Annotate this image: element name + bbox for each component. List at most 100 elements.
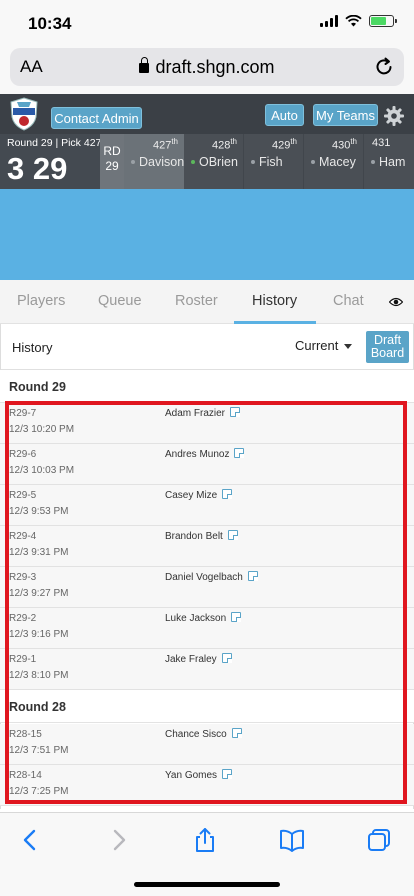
pick-team-name: Davison [131,155,184,169]
note-icon [231,612,242,623]
tab-history[interactable]: History [252,293,297,309]
player-name[interactable]: Andres Munoz [165,448,245,460]
url-display[interactable]: draft.shgn.com [10,57,404,78]
tab-roster[interactable]: Roster [175,293,218,309]
pick-time: 12/3 9:31 PM [9,547,69,558]
league-logo-icon[interactable] [8,97,40,131]
pick-time: 12/3 9:27 PM [9,588,69,599]
contact-admin-button[interactable]: Contact Admin [51,107,142,129]
pick-team-name: Macey [311,155,356,169]
eye-icon[interactable] [389,297,403,307]
back-icon[interactable] [18,827,44,853]
note-icon [222,769,233,780]
player-name[interactable]: Adam Frazier [165,407,241,419]
status-bar: 10:34 [0,0,414,46]
pick-time: 12/3 7:51 PM [9,745,69,756]
history-row[interactable]: R29-1 12/3 8:10 PM Jake Fraley [0,649,414,690]
pick-number: 427th [152,137,178,152]
history-row[interactable]: R28-15 12/3 7:51 PM Chance Sisco [0,724,414,765]
round-indicator: RD 29 [100,134,124,189]
tab-chat[interactable]: Chat [333,293,364,309]
auto-button[interactable]: Auto [265,104,304,126]
draft-board-button[interactable]: Draft Board [366,331,409,363]
pick-id: R29-5 [9,490,37,501]
pick-cell-current[interactable]: 427th Davison [124,134,184,189]
tab-queue[interactable]: Queue [98,293,142,309]
forward-icon[interactable] [105,827,131,853]
player-name[interactable]: Daniel Vogelbach [165,571,258,583]
pick-id: R29-4 [9,531,37,542]
tab-bar: Players Queue Roster History Chat [0,280,414,324]
pick-team-name: Ham [371,155,405,169]
tab-players[interactable]: Players [17,293,65,309]
online-dot-icon [191,159,195,164]
lock-icon [139,57,150,73]
bookmarks-icon[interactable] [279,827,305,853]
address-bar[interactable]: AA draft.shgn.com [10,48,404,86]
reload-icon[interactable] [372,55,396,79]
pick-number: 431 [372,137,391,149]
note-icon [221,653,232,664]
draft-order-strip: Round 29 | Pick 427 3 29 RD 29 427th Dav… [0,134,414,189]
status-time: 10:34 [28,14,72,33]
history-row[interactable]: R29-7 12/3 10:20 PM Adam Frazier [0,403,414,444]
note-icon [234,448,245,459]
history-row[interactable]: R29-4 12/3 9:31 PM Brandon Belt [0,526,414,567]
pick-time: 12/3 9:16 PM [9,629,69,640]
status-dot-icon [311,159,315,164]
player-name[interactable]: Brandon Belt [165,530,238,542]
note-icon [222,489,233,500]
player-name[interactable]: Luke Jackson [165,612,242,624]
pick-id: R29-7 [9,408,37,419]
history-row[interactable]: R29-3 12/3 9:27 PM Daniel Vogelbach [0,567,414,608]
history-header: History Current Draft Board [1,324,414,370]
pick-id: R28-14 [9,770,42,781]
note-icon [231,728,242,739]
gear-icon[interactable] [384,106,404,126]
pick-time: 12/3 9:53 PM [9,506,69,517]
pick-id: R29-6 [9,449,37,460]
current-pick-panel: Round 29 | Pick 427 3 29 [0,134,102,189]
pick-cell[interactable]: 430th Macey [304,134,364,189]
history-row[interactable]: R29-2 12/3 9:16 PM Luke Jackson [0,608,414,649]
status-dot-icon [131,159,135,164]
current-pick-label: Round 29 | Pick 427 [7,137,102,149]
battery-icon [369,15,397,27]
home-indicator [134,882,280,887]
pick-id: R29-3 [9,572,37,583]
round-header: Round 28 [0,690,414,723]
pick-id: R29-1 [9,654,37,665]
history-row[interactable]: R29-5 12/3 9:53 PM Casey Mize [0,485,414,526]
pick-time: 12/3 10:03 PM [9,465,75,476]
history-row[interactable]: R29-6 12/3 10:03 PM Andres Munoz [0,444,414,485]
url-text: draft.shgn.com [155,57,275,77]
pick-cell[interactable]: 431 Ham [364,134,414,189]
note-icon [230,407,241,418]
player-name[interactable]: Yan Gomes [165,769,233,781]
player-name[interactable]: Casey Mize [165,489,233,501]
pick-clock: 3 29 [7,151,68,186]
pick-time: 12/3 8:10 PM [9,670,69,681]
pick-id: R28-15 [9,729,42,740]
pick-time: 12/3 10:20 PM [9,424,75,435]
round-filter-select[interactable]: Current [295,338,353,353]
pick-cell[interactable]: 428th OBrien [184,134,244,189]
note-icon [247,571,258,582]
pick-cell[interactable]: 429th Fish [244,134,304,189]
pick-team-name: Fish [251,155,283,169]
note-icon [227,530,238,541]
pick-id: R29-2 [9,613,37,624]
history-row[interactable]: R28-14 12/3 7:25 PM Yan Gomes [0,765,414,806]
status-dot-icon [251,159,255,164]
status-dot-icon [371,159,375,164]
tabs-icon[interactable] [366,827,392,853]
share-icon[interactable] [192,827,218,853]
player-name[interactable]: Jake Fraley [165,653,232,665]
my-teams-button[interactable]: My Teams [313,104,378,126]
pick-number: 428th [211,137,237,152]
wifi-icon [345,15,362,27]
cellular-signal-icon [320,15,338,27]
history-title: History [12,340,53,355]
caret-down-icon [344,344,353,350]
player-name[interactable]: Chance Sisco [165,728,242,740]
